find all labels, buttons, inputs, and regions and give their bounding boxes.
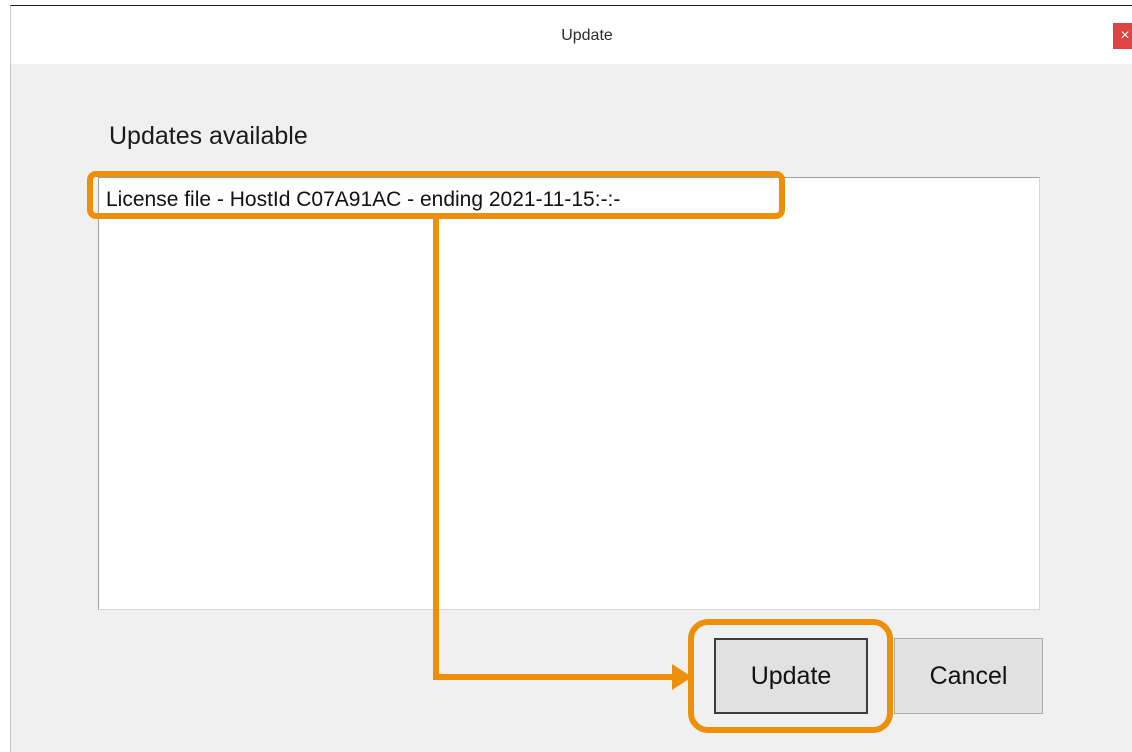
updates-heading: Updates available	[109, 122, 308, 150]
arrow-connector-horizontal	[433, 674, 680, 680]
list-item-highlight	[87, 171, 785, 219]
updates-list[interactable]: License file - HostId C07A91AC - ending …	[98, 177, 1040, 610]
title-bar: Update ×	[11, 6, 1132, 64]
update-button-highlight	[688, 619, 893, 733]
close-button[interactable]: ×	[1113, 23, 1132, 49]
arrow-connector-vertical	[433, 218, 439, 680]
cancel-button[interactable]: Cancel	[894, 638, 1043, 714]
window-title: Update	[561, 27, 613, 44]
close-icon: ×	[1120, 27, 1130, 44]
